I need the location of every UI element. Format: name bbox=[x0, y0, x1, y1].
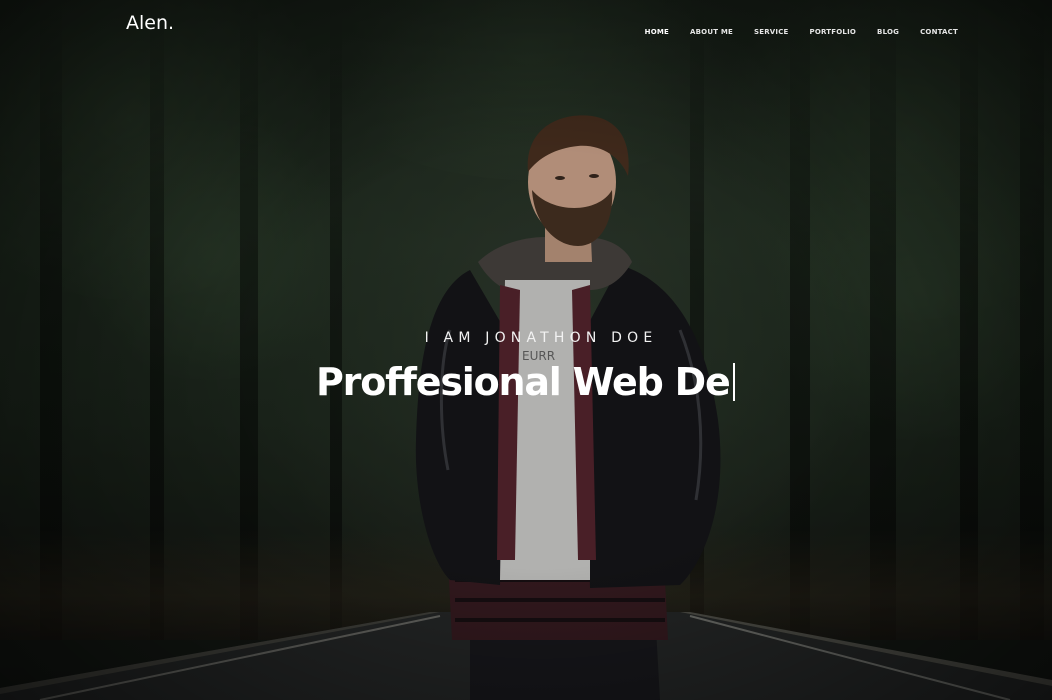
nav-contact[interactable]: CONTACT bbox=[920, 28, 958, 36]
nav-blog[interactable]: BLOG bbox=[877, 28, 899, 36]
hero-headline: Proffesional Web De bbox=[316, 360, 735, 404]
nav-portfolio[interactable]: PORTFOLIO bbox=[810, 28, 856, 36]
nav-about-me[interactable]: ABOUT ME bbox=[690, 28, 733, 36]
hero-section: EURR Alen. HOME ABOUT ME SERVICE PORTFOL… bbox=[0, 0, 1052, 700]
main-nav: HOME ABOUT ME SERVICE PORTFOLIO BLOG CON… bbox=[645, 21, 958, 39]
nav-home[interactable]: HOME bbox=[645, 28, 669, 36]
typing-cursor bbox=[732, 363, 735, 401]
site-logo[interactable]: Alen. bbox=[126, 12, 174, 34]
nav-service[interactable]: SERVICE bbox=[754, 28, 789, 36]
hero-intro: I AM JONATHON DOE bbox=[424, 330, 658, 346]
headline-text: Proffesional Web De bbox=[316, 360, 731, 404]
